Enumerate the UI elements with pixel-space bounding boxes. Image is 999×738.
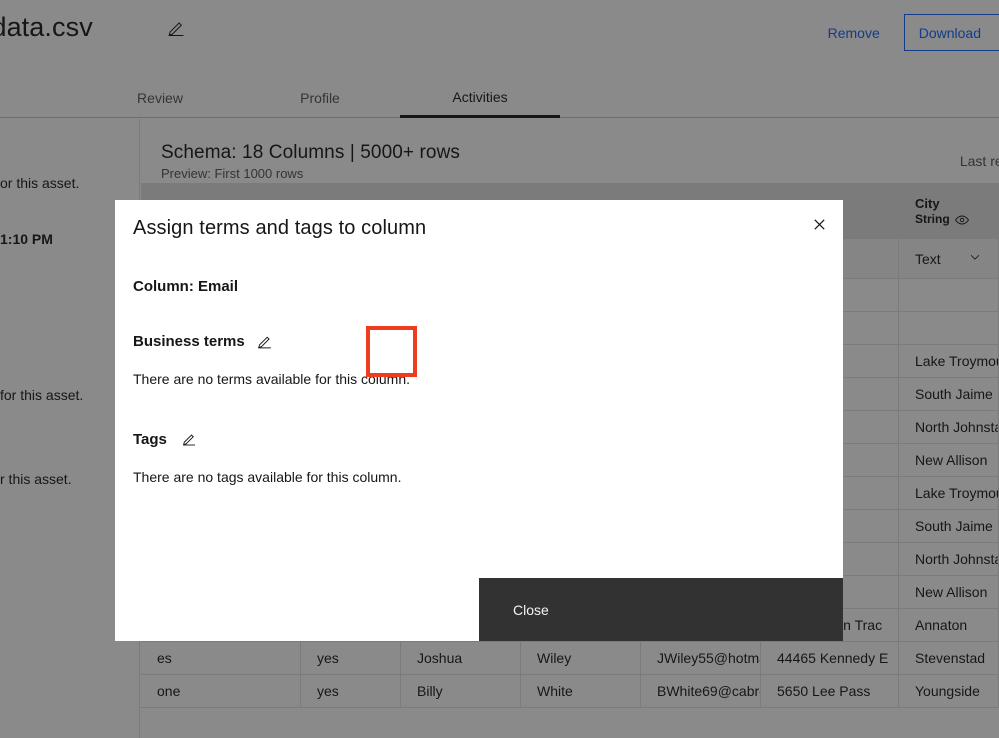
business-terms-header: Business terms xyxy=(133,331,410,351)
close-button[interactable]: Close xyxy=(479,578,843,641)
tags-edit-pencil-icon[interactable] xyxy=(179,429,199,449)
tags-heading: Tags xyxy=(133,430,167,448)
business-terms-section: Business terms There are no terms availa… xyxy=(133,331,411,388)
tags-header: Tags xyxy=(133,429,401,449)
business-terms-heading: Business terms xyxy=(133,332,245,350)
app-root: nal_data.csv Remove Download xyxy=(0,0,999,738)
tags-section: Tags There are no tags available for thi… xyxy=(133,429,402,486)
modal-column-label: Column: Email xyxy=(133,278,239,295)
modal-title: Assign terms and tags to column xyxy=(133,217,427,239)
business-terms-edit-pencil-icon[interactable] xyxy=(255,331,275,351)
assign-terms-modal: Assign terms and tags to column Column: … xyxy=(115,200,843,641)
tags-empty-text: There are no tags available for this col… xyxy=(133,469,402,485)
business-terms-empty-text: There are no terms available for this co… xyxy=(133,371,411,387)
close-icon[interactable] xyxy=(795,200,843,248)
